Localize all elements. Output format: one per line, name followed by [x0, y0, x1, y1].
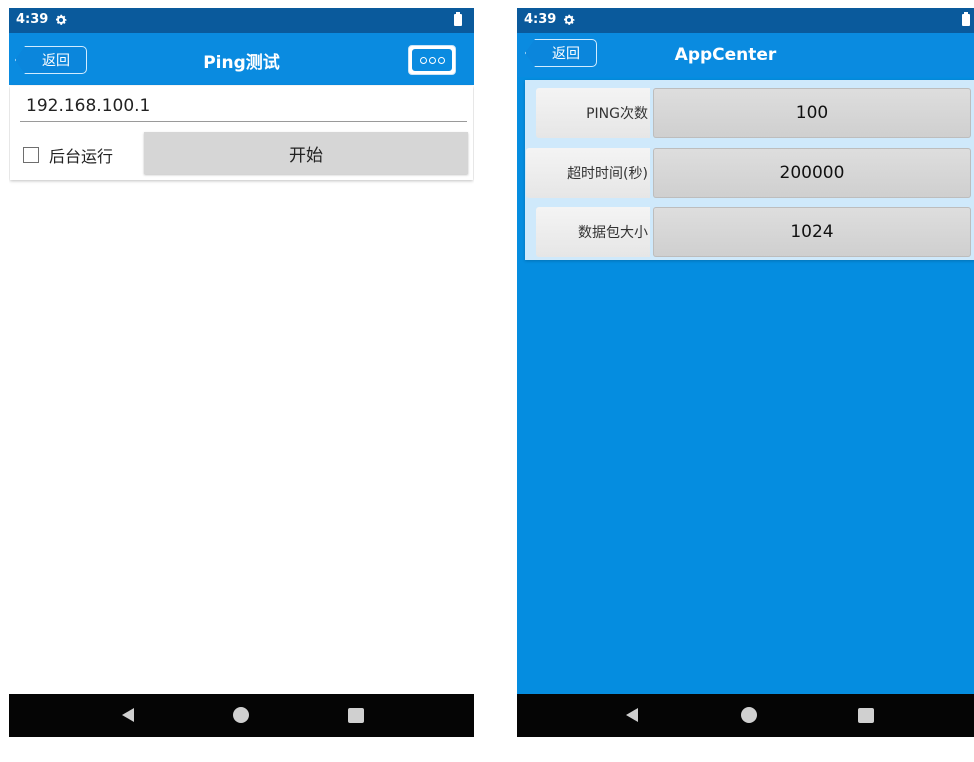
page-title: Ping测试 — [203, 53, 280, 73]
battery-icon — [454, 12, 462, 26]
status-bar: 4:39 — [517, 8, 974, 33]
timeout-field[interactable]: 200000 — [653, 148, 971, 198]
navigation-bar — [517, 694, 974, 737]
packet-size-field[interactable]: 1024 — [653, 207, 971, 257]
ping-test-screen: 4:39 返回 Ping测试 后台运行 开始 — [9, 8, 474, 737]
title-bar: 返回 Ping测试 — [9, 33, 474, 85]
background-run-label: 后台运行 — [49, 147, 114, 166]
ip-address-input[interactable] — [20, 90, 467, 122]
start-button[interactable]: 开始 — [144, 132, 468, 174]
more-options-button[interactable] — [408, 45, 456, 75]
nav-back-icon[interactable] — [626, 708, 638, 722]
ping-count-field[interactable]: 100 — [653, 88, 971, 138]
nav-home-icon[interactable] — [233, 707, 249, 723]
navigation-bar — [9, 694, 474, 737]
status-time: 4:39 — [524, 12, 557, 27]
gear-icon — [563, 14, 575, 25]
battery-icon — [962, 12, 970, 26]
ping-count-label: PING次数 — [536, 88, 650, 138]
gear-icon — [55, 14, 67, 25]
status-bar: 4:39 — [9, 8, 474, 33]
nav-recents-icon[interactable] — [858, 708, 874, 723]
nav-back-icon[interactable] — [122, 708, 134, 722]
title-bar: 返回 AppCenter — [517, 33, 974, 77]
appcenter-screen: 4:39 返回 AppCenter PING次数 100 超时时间(秒) 200… — [517, 8, 974, 737]
ping-settings-form: PING次数 100 超时时间(秒) 200000 数据包大小 1024 — [525, 80, 974, 260]
timeout-label: 超时时间(秒) — [526, 148, 650, 198]
page-title: AppCenter — [674, 45, 777, 65]
background-run-option[interactable]: 后台运行 — [23, 143, 113, 167]
more-dots-icon — [412, 49, 452, 71]
background-run-checkbox[interactable] — [23, 147, 39, 163]
nav-recents-icon[interactable] — [348, 708, 364, 723]
packet-size-label: 数据包大小 — [536, 207, 650, 257]
packet-size-row: 数据包大小 1024 — [536, 207, 974, 257]
status-time: 4:39 — [16, 12, 49, 27]
ping-form: 后台运行 开始 — [10, 86, 473, 180]
ping-count-row: PING次数 100 — [536, 88, 974, 138]
nav-home-icon[interactable] — [741, 707, 757, 723]
timeout-row: 超时时间(秒) 200000 — [526, 148, 974, 198]
